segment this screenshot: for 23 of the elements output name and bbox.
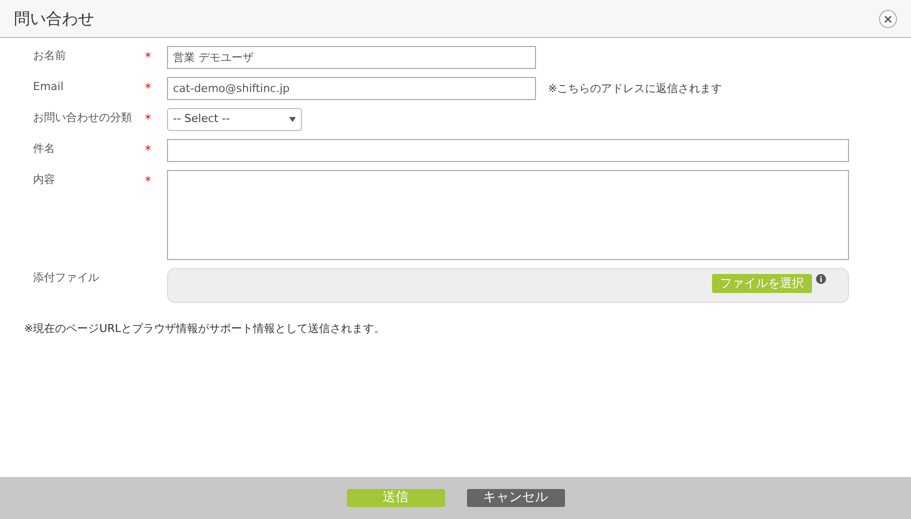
field-label: 添付ファイル: [33, 270, 100, 286]
field-label: 件名: [33, 141, 56, 157]
info-icon[interactable]: [816, 274, 826, 284]
required-mark: *: [145, 50, 151, 64]
footnote-text: ※現在のページURLとブラウザ情報がサポート情報として送信されます。: [24, 321, 386, 337]
cancel-button[interactable]: キャンセル: [466, 489, 564, 507]
required-mark: *: [145, 81, 151, 95]
text-field[interactable]: 営業 デモユーザ: [167, 46, 536, 69]
dialog-title: 問い合わせ: [14, 8, 94, 30]
text-area[interactable]: [167, 170, 849, 260]
required-mark: *: [145, 143, 151, 157]
field-label: 内容: [33, 172, 56, 188]
field-hint: ※こちらのアドレスに返信されます: [548, 81, 722, 97]
field-label: Email: [33, 79, 65, 95]
field-label: お名前: [33, 48, 67, 64]
select-dropdown[interactable]: -- Select --: [167, 108, 302, 131]
text-field[interactable]: [167, 139, 849, 162]
close-button[interactable]: ×: [879, 10, 897, 28]
text-field[interactable]: cat-demo@shiftinc.jp: [167, 77, 536, 100]
required-mark: *: [145, 112, 151, 126]
field-label: お問い合わせの分類: [33, 110, 133, 126]
required-mark: *: [145, 174, 151, 188]
caret-icon: [289, 117, 296, 122]
